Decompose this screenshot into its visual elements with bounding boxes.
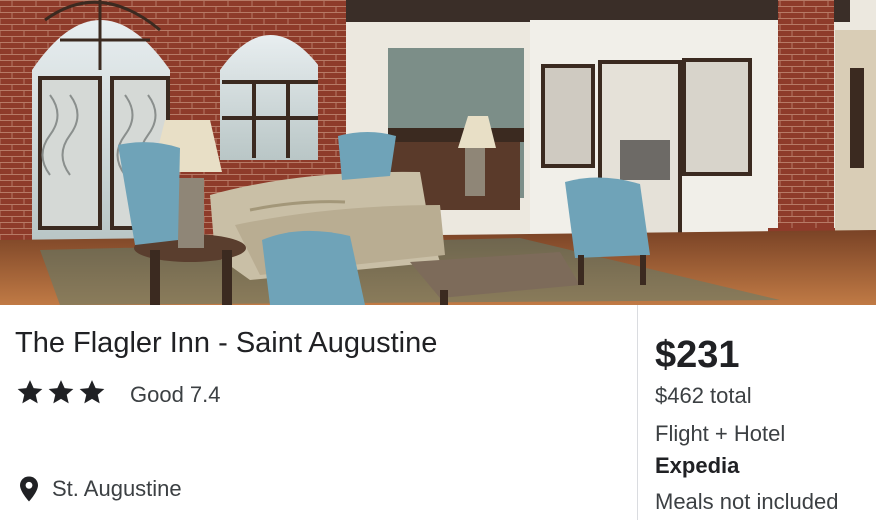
hotel-result-card[interactable]: The Flagler Inn - Saint Augustine Good 7… bbox=[0, 0, 876, 520]
star-icon bbox=[17, 380, 43, 404]
package-type: Flight + Hotel bbox=[655, 421, 786, 446]
star-icon bbox=[48, 380, 74, 404]
column-divider bbox=[637, 305, 638, 520]
hotel-photo[interactable] bbox=[0, 0, 876, 305]
booking-provider[interactable]: Expedia bbox=[655, 452, 739, 480]
guest-rating: Good 7.4 bbox=[130, 382, 221, 407]
location-text: St. Augustine bbox=[52, 476, 182, 501]
hotel-location: St. Augustine bbox=[18, 472, 182, 506]
total-price: $462 total bbox=[655, 383, 752, 408]
meals-info: Meals not included bbox=[655, 489, 839, 514]
location-pin-icon bbox=[20, 476, 38, 502]
nightly-price: $231 bbox=[655, 334, 740, 376]
star-icon bbox=[79, 380, 105, 404]
star-rating bbox=[16, 376, 106, 408]
hotel-name[interactable]: The Flagler Inn - Saint Augustine bbox=[15, 324, 437, 362]
